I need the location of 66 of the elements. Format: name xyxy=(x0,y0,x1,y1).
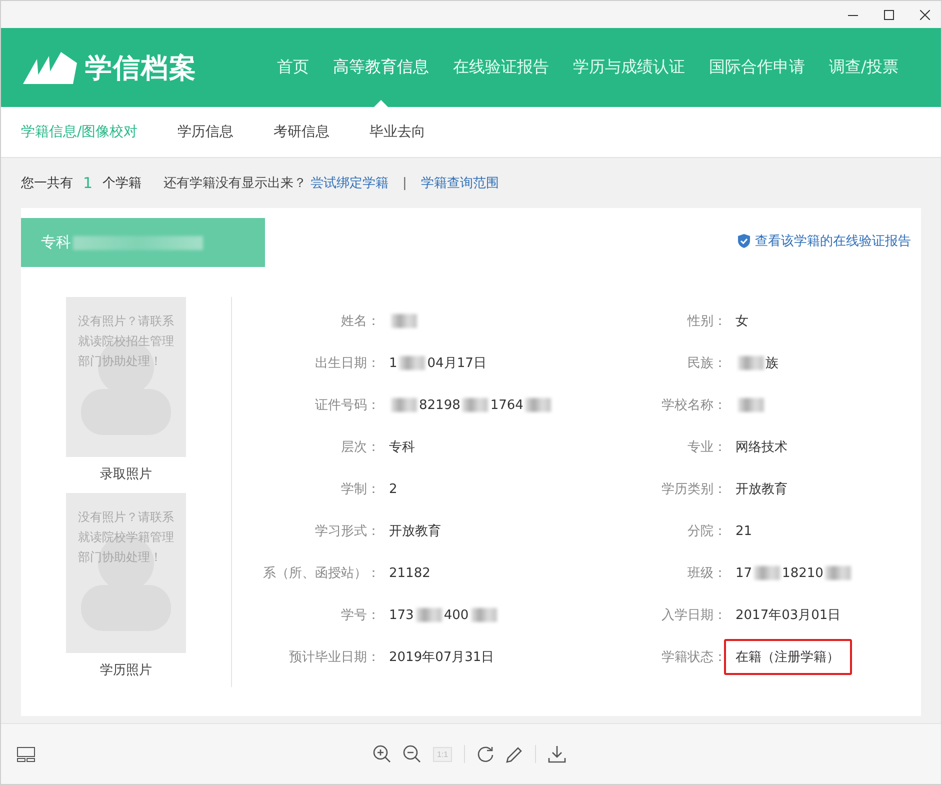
thumbnail-view-icon[interactable] xyxy=(17,746,35,762)
field-value: 2 xyxy=(388,480,398,498)
rotate-icon[interactable] xyxy=(477,746,494,762)
nav-tab[interactable]: 高等教育信息 xyxy=(333,28,429,107)
sub-tab[interactable]: 学历信息 xyxy=(178,123,234,141)
field-label: 学号： xyxy=(340,607,380,624)
field-value: 17 18210 xyxy=(724,556,866,590)
field-label: 出生日期： xyxy=(314,355,380,372)
zoom-out-icon[interactable] xyxy=(403,745,421,763)
nav-tab[interactable]: 调查/投票 xyxy=(829,28,898,107)
close-icon[interactable] xyxy=(920,10,930,20)
link[interactable]: 学籍查询范围 xyxy=(420,174,499,192)
field-label: 证件号码： xyxy=(314,397,380,414)
field-label: 分院： xyxy=(686,523,726,540)
field-value: 专科 xyxy=(388,439,416,457)
record-tab[interactable]: 专科 xyxy=(21,218,265,267)
summary-text: 个学籍 xyxy=(102,175,142,192)
sub-tab[interactable]: 考研信息 xyxy=(274,123,330,141)
nav-tab[interactable]: 在线验证报告 xyxy=(453,28,549,107)
field-value: 网络技术 xyxy=(734,439,788,457)
field-label: 姓名： xyxy=(340,313,380,330)
field-label: 学制： xyxy=(340,481,380,498)
field-label: 预计毕业日期： xyxy=(288,649,380,666)
field-value: 开放教育 xyxy=(734,480,788,499)
nav-tab[interactable]: 国际合作申请 xyxy=(709,28,805,107)
zoom-in-icon[interactable] xyxy=(373,745,391,763)
link[interactable]: 尝试绑定学籍 xyxy=(310,174,389,192)
field-value: 族 xyxy=(724,345,790,381)
question-text: 还有学籍没有显示出来？ xyxy=(164,175,307,192)
field-label: 民族： xyxy=(686,355,726,372)
field-value: 82198 1764 xyxy=(377,388,566,422)
field-value: 2017年03月01日 xyxy=(734,607,842,625)
separator: | xyxy=(402,176,407,190)
maximize-icon[interactable] xyxy=(884,10,894,20)
shield-icon xyxy=(738,234,750,248)
field-value: 2019年07月31日 xyxy=(388,649,496,667)
summary-text: 您一共有 xyxy=(21,175,73,192)
nav-tab[interactable]: 首页 xyxy=(277,28,309,107)
field-label: 入学日期： xyxy=(660,607,726,624)
nav-tab[interactable]: 学历与成绩认证 xyxy=(573,28,685,107)
field-value: 173 400 xyxy=(377,598,511,632)
field-label: 学历类别： xyxy=(660,481,726,498)
field-value: 1 04月17日 xyxy=(388,354,488,373)
sub-tab[interactable]: 学籍信息/图像校对 xyxy=(21,123,138,141)
record-count: 1 xyxy=(83,174,93,192)
field-label: 专业： xyxy=(686,439,726,456)
field-label: 层次： xyxy=(340,439,380,456)
field-label: 性别： xyxy=(686,313,726,330)
field-label: 学籍状态： xyxy=(660,649,726,666)
photo-caption: 学历照片 xyxy=(100,662,152,679)
field-value: 21 xyxy=(734,522,754,540)
field-label: 学习形式： xyxy=(314,523,380,540)
field-value: 21182 xyxy=(388,564,432,582)
logo-text: 学信档案 xyxy=(85,52,197,86)
field-value: 女 xyxy=(734,313,750,331)
pencil-icon[interactable] xyxy=(506,746,524,762)
photo-caption: 录取照片 xyxy=(100,466,152,483)
report-link[interactable]: 查看该学籍的在线验证报告 xyxy=(738,232,911,250)
field-label: 班级： xyxy=(686,565,726,582)
book-logo-icon xyxy=(21,50,79,84)
sub-tab[interactable]: 毕业去向 xyxy=(370,123,426,141)
field-value: 在籍（注册学籍） xyxy=(724,639,852,675)
field-label: 系（所、函授站）： xyxy=(262,565,380,582)
download-icon[interactable] xyxy=(548,745,566,763)
field-label: 学校名称： xyxy=(660,397,726,414)
field-value: 开放教育 xyxy=(388,522,442,541)
